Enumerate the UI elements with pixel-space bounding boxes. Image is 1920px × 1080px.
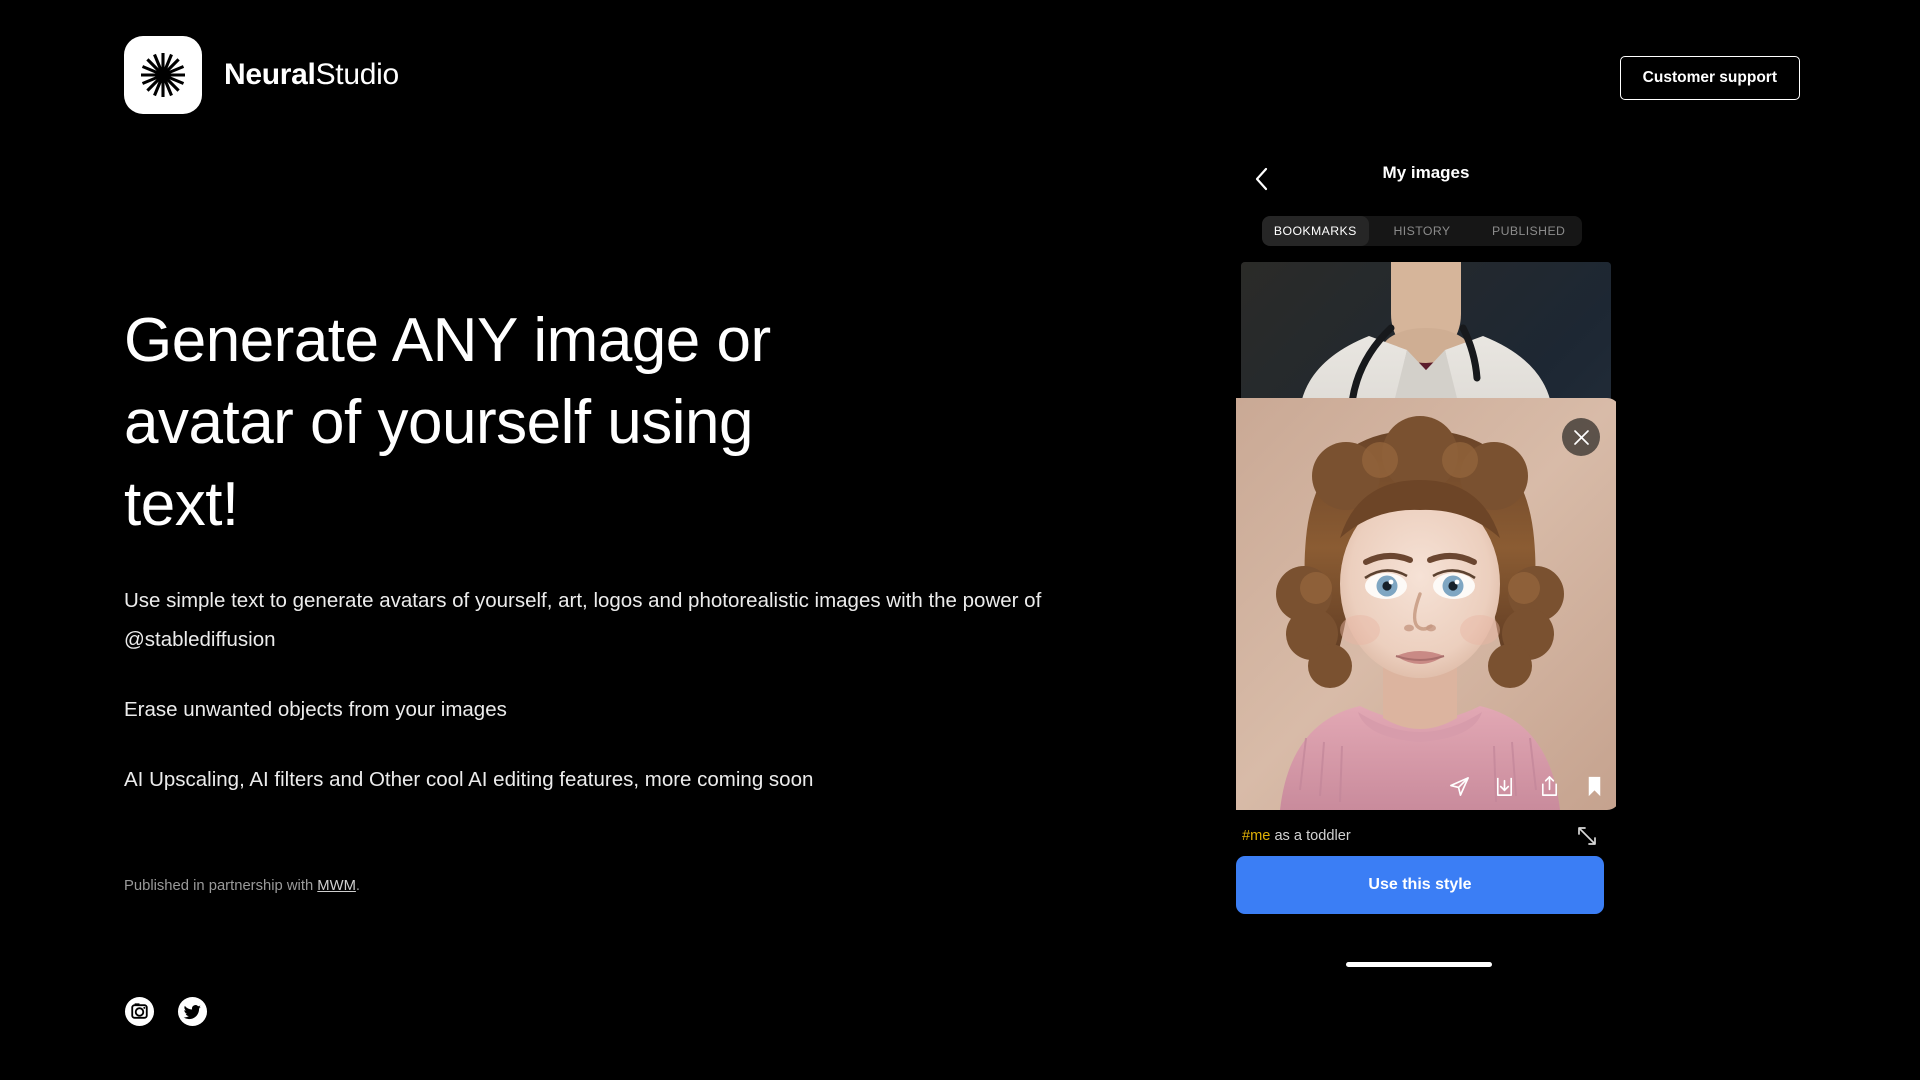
hero-paragraph-3: AI Upscaling, AI filters and Other cool … — [124, 768, 814, 791]
brand-name-bold: Neural — [224, 58, 316, 91]
card-action-bar — [1448, 775, 1606, 798]
home-indicator — [1346, 962, 1492, 967]
caption-text: as a toddler — [1270, 828, 1351, 844]
share-icon[interactable] — [1538, 775, 1561, 798]
customer-support-button[interactable]: Customer support — [1619, 56, 1800, 100]
social-links — [124, 996, 208, 1027]
download-icon[interactable] — [1493, 775, 1516, 798]
brand-name-light: Studio — [315, 58, 400, 91]
panel-title: My images — [1382, 163, 1470, 182]
app-root: NeuralStudio Customer support Generate A… — [0, 0, 1920, 1080]
tab-history[interactable]: HISTORY — [1369, 216, 1476, 246]
my-images-panel: My images BOOKMARKS HISTORY PUBLISHED #m… — [1236, 140, 1616, 980]
site-header: NeuralStudio Customer support — [0, 0, 1920, 150]
mwm-link[interactable]: MWM — [317, 878, 356, 894]
twitter-icon[interactable] — [177, 996, 208, 1027]
hero-section: Generate ANY image or avatar of yourself… — [124, 300, 1144, 799]
partnership-suffix: . — [355, 878, 361, 894]
hero-paragraph-1: Use simple text to generate avatars of y… — [124, 589, 1042, 651]
send-icon[interactable] — [1448, 775, 1471, 798]
partnership-note: Published in partnership with MWM. — [124, 878, 360, 894]
brand-logo[interactable]: NeuralStudio — [124, 36, 399, 114]
bookmark-icon[interactable] — [1583, 775, 1606, 798]
close-icon[interactable] — [1562, 418, 1600, 456]
tab-published[interactable]: PUBLISHED — [1475, 216, 1582, 246]
image-caption: #me as a toddler — [1242, 828, 1351, 844]
panel-tabs: BOOKMARKS HISTORY PUBLISHED — [1262, 216, 1582, 246]
hero-paragraph-2: Erase unwanted objects from your images — [124, 698, 507, 721]
instagram-icon[interactable] — [124, 996, 155, 1027]
caption-hashtag: #me — [1242, 828, 1271, 844]
caption-row: #me as a toddler — [1236, 818, 1616, 854]
brand-wordmark: NeuralStudio — [224, 58, 399, 92]
page-title: Generate ANY image or avatar of yourself… — [124, 306, 771, 539]
partnership-prefix: Published in partnership with — [124, 878, 318, 894]
expand-diagonal-icon[interactable] — [1576, 825, 1598, 847]
tab-bookmarks[interactable]: BOOKMARKS — [1262, 216, 1369, 246]
toddler-portrait[interactable] — [1236, 398, 1616, 810]
image-detail-card — [1236, 398, 1616, 810]
use-this-style-button[interactable]: Use this style — [1236, 856, 1604, 914]
asterisk-burst-icon — [124, 36, 202, 114]
panel-header: My images BOOKMARKS HISTORY PUBLISHED — [1236, 140, 1616, 260]
